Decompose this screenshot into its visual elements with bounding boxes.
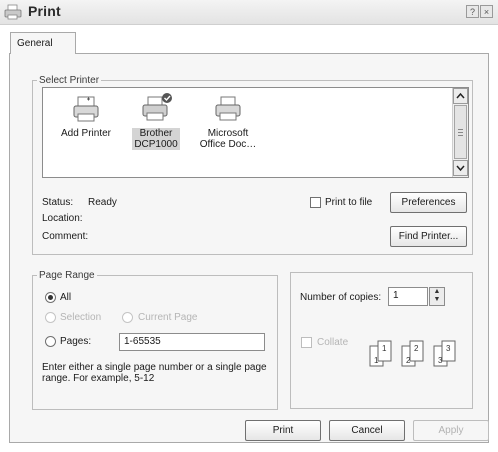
add-printer-icon: [73, 96, 99, 122]
printer-label: Brother DCP1000: [132, 128, 180, 150]
collate-label: Collate: [317, 337, 349, 348]
collate-page-label: 1: [374, 356, 379, 365]
copies-input[interactable]: 1: [388, 287, 428, 306]
printer-icon: [215, 96, 241, 121]
selection-radio[interactable]: [45, 312, 56, 323]
printer-label: Add Printer: [60, 128, 112, 139]
status-label: Status:: [42, 197, 74, 208]
page-range-legend: Page Range: [39, 270, 95, 281]
print-to-file-label: Print to file: [325, 197, 373, 208]
printer-item-brother[interactable]: Brother DCP1000: [121, 92, 191, 150]
preferences-button[interactable]: Preferences: [390, 192, 467, 213]
print-button[interactable]: Print: [245, 420, 321, 441]
close-button[interactable]: ×: [480, 5, 493, 18]
scroll-down-button[interactable]: [453, 160, 468, 176]
location-label: Location:: [42, 213, 83, 224]
copies-spinner[interactable]: ▲ ▼: [429, 287, 445, 306]
collate-page-label: 3: [438, 356, 443, 365]
printer-item-add-printer[interactable]: Add Printer: [51, 94, 121, 139]
collate-page-label: 2: [414, 344, 419, 353]
current-page-label: Current Page: [138, 312, 198, 323]
printer-list-scrollbar[interactable]: [452, 88, 468, 177]
find-printer-button[interactable]: Find Printer...: [390, 226, 467, 247]
collate-icon: 1 1 2 2 3 3: [369, 340, 456, 367]
pages-radio[interactable]: [45, 336, 56, 347]
printer-icon: [4, 4, 22, 20]
number-of-copies-label: Number of copies:: [300, 292, 382, 303]
scroll-thumb[interactable]: [454, 105, 467, 159]
apply-button[interactable]: Apply: [413, 420, 489, 441]
current-page-radio[interactable]: [122, 312, 133, 323]
page-range-hint: Enter either a single page number or a s…: [42, 362, 267, 384]
print-to-file-checkbox[interactable]: [310, 197, 321, 208]
chevron-up-icon: [456, 92, 465, 99]
collate-page-label: 2: [406, 356, 411, 365]
printer-item-microsoft-office-doc[interactable]: Microsoft Office Doc…: [193, 92, 263, 150]
chevron-down-icon: [456, 165, 465, 172]
comment-label: Comment:: [42, 231, 89, 242]
printer-label: Microsoft Office Doc…: [199, 128, 257, 150]
all-label: All: [60, 292, 72, 303]
collate-page-label: 3: [446, 344, 451, 353]
tab-general[interactable]: General: [10, 32, 76, 54]
collate-page-label: 1: [382, 344, 387, 353]
pages-input[interactable]: 1-65535: [119, 333, 265, 351]
default-printer-icon: [142, 93, 172, 121]
select-printer-legend: Select Printer: [39, 75, 100, 86]
collate-checkbox[interactable]: [301, 337, 312, 348]
cancel-button[interactable]: Cancel: [329, 420, 405, 441]
scroll-up-button[interactable]: [453, 88, 468, 104]
selection-label: Selection: [60, 312, 102, 323]
all-radio[interactable]: [45, 292, 56, 303]
status-value: Ready: [88, 197, 117, 208]
window-title: Print: [28, 3, 61, 19]
title-bar: Print ? ×: [0, 0, 498, 25]
help-button[interactable]: ?: [466, 5, 479, 18]
pages-label: Pages:: [60, 336, 92, 347]
